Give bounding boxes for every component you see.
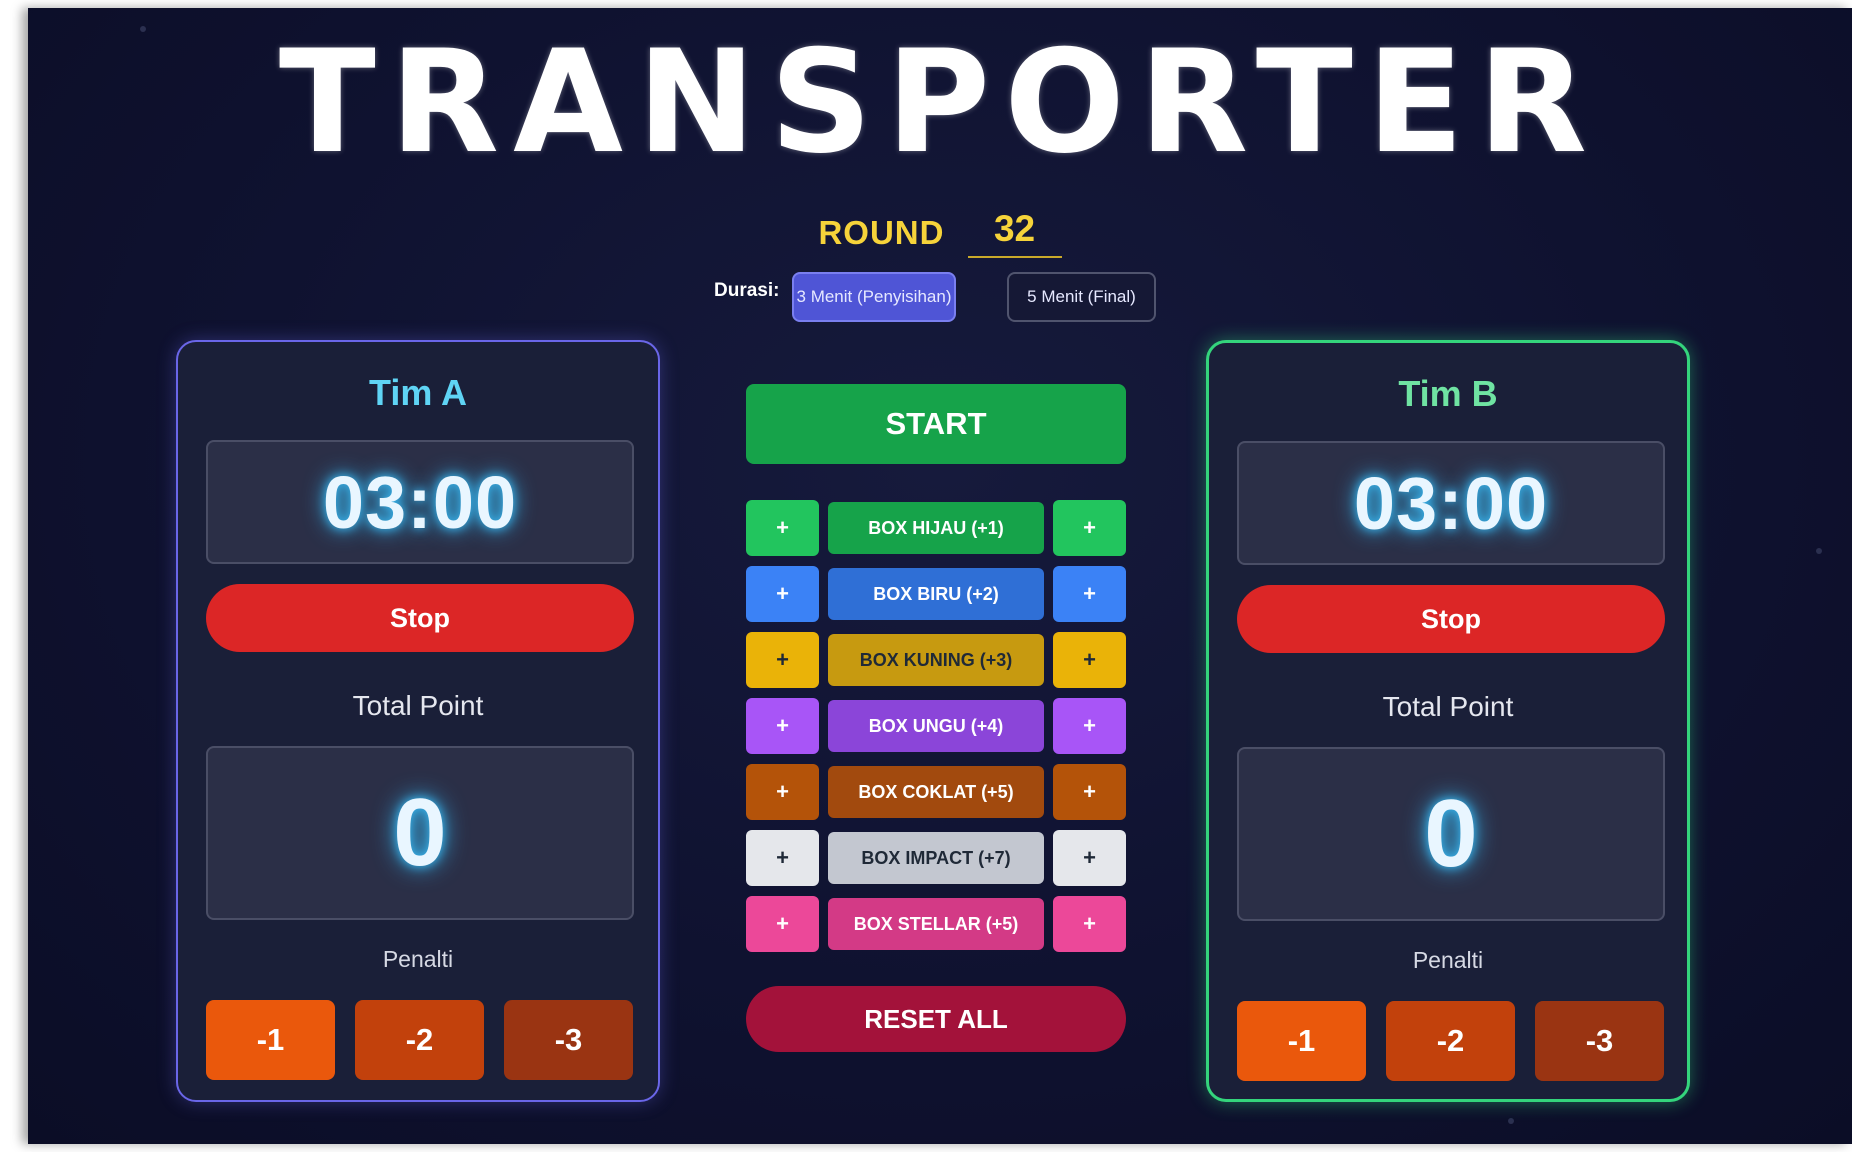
box-row-kuning: + BOX KUNING (+3) + — [746, 632, 1126, 688]
box-hijau-label: BOX HIJAU (+1) — [828, 502, 1044, 554]
team-b-add-coklat-button[interactable]: + — [1053, 764, 1126, 820]
round-label: ROUND — [818, 214, 945, 251]
team-b-add-biru-button[interactable]: + — [1053, 566, 1126, 622]
penalty-minus-1-button[interactable]: -1 — [1237, 1001, 1366, 1081]
penalty-minus-2-button[interactable]: -2 — [1386, 1001, 1515, 1081]
duration-3-min-button[interactable]: 3 Menit (Penyisihan) — [792, 272, 956, 322]
box-coklat-label: BOX COKLAT (+5) — [828, 766, 1044, 818]
team-a-add-impact-button[interactable]: + — [746, 830, 819, 886]
score-value: 0 — [1424, 780, 1478, 887]
timer-display: 03:00 — [206, 440, 634, 564]
box-row-ungu: + BOX UNGU (+4) + — [746, 698, 1126, 754]
stop-button[interactable]: Stop — [1237, 585, 1665, 653]
team-a-add-coklat-button[interactable]: + — [746, 764, 819, 820]
team-name: Tim B — [1398, 373, 1498, 414]
team-b-add-kuning-button[interactable]: + — [1053, 632, 1126, 688]
penalty-minus-3-button[interactable]: -3 — [1535, 1001, 1664, 1081]
team-a-panel: Tim A 03:00 Stop Total Point 0 Penalti -… — [176, 340, 660, 1102]
box-biru-label: BOX BIRU (+2) — [828, 568, 1044, 620]
box-row-biru: + BOX BIRU (+2) + — [746, 566, 1126, 622]
box-row-hijau: + BOX HIJAU (+1) + — [746, 500, 1126, 556]
round-value[interactable]: 32 — [967, 208, 1062, 258]
team-b-add-stellar-button[interactable]: + — [1053, 896, 1126, 952]
team-a-add-hijau-button[interactable]: + — [746, 500, 819, 556]
start-button[interactable]: START — [746, 384, 1126, 464]
box-stellar-label: BOX STELLAR (+5) — [828, 898, 1044, 950]
app-title: TRANSPORTER — [278, 20, 1602, 185]
team-b-panel: Tim B 03:00 Stop Total Point 0 Penalti -… — [1206, 340, 1690, 1102]
team-a-add-biru-button[interactable]: + — [746, 566, 819, 622]
duration-label: Durasi: — [714, 280, 780, 301]
timer-display: 03:00 — [1237, 441, 1665, 565]
box-kuning-label: BOX KUNING (+3) — [828, 634, 1044, 686]
box-row-coklat: + BOX COKLAT (+5) + — [746, 764, 1126, 820]
stop-button[interactable]: Stop — [206, 584, 634, 652]
score-display: 0 — [206, 746, 634, 920]
score-display: 0 — [1237, 747, 1665, 921]
team-a-add-kuning-button[interactable]: + — [746, 632, 819, 688]
penalty-minus-2-button[interactable]: -2 — [355, 1000, 484, 1080]
penalty-minus-3-button[interactable]: -3 — [504, 1000, 633, 1080]
box-row-impact: + BOX IMPACT (+7) + — [746, 830, 1126, 886]
duration-selector: Durasi: 3 Menit (Penyisihan) 5 Menit (Fi… — [28, 272, 1852, 326]
total-point-label: Total Point — [352, 690, 484, 721]
reset-all-button[interactable]: RESET ALL — [746, 986, 1126, 1052]
timer-value: 03:00 — [1353, 461, 1549, 545]
team-b-add-ungu-button[interactable]: + — [1053, 698, 1126, 754]
background-star — [1816, 548, 1822, 554]
team-a-add-stellar-button[interactable]: + — [746, 896, 819, 952]
background-star — [1508, 1118, 1514, 1124]
team-b-add-hijau-button[interactable]: + — [1053, 500, 1126, 556]
box-row-stellar: + BOX STELLAR (+5) + — [746, 896, 1126, 952]
round-indicator: ROUND 32 — [28, 208, 1852, 258]
penalty-label: Penalti — [382, 946, 454, 972]
timer-value: 03:00 — [322, 460, 518, 544]
team-b-add-impact-button[interactable]: + — [1053, 830, 1126, 886]
box-impact-label: BOX IMPACT (+7) — [828, 832, 1044, 884]
penalty-label: Penalti — [1412, 947, 1484, 973]
box-ungu-label: BOX UNGU (+4) — [828, 700, 1044, 752]
total-point-label: Total Point — [1382, 691, 1514, 722]
duration-5-min-button[interactable]: 5 Menit (Final) — [1007, 272, 1156, 322]
background-star — [140, 26, 146, 32]
penalty-minus-1-button[interactable]: -1 — [206, 1000, 335, 1080]
team-a-add-ungu-button[interactable]: + — [746, 698, 819, 754]
team-name: Tim A — [368, 372, 467, 413]
scoreboard-screen: TRANSPORTER ROUND 32 Durasi: 3 Menit (Pe… — [28, 8, 1852, 1144]
score-value: 0 — [393, 779, 447, 886]
